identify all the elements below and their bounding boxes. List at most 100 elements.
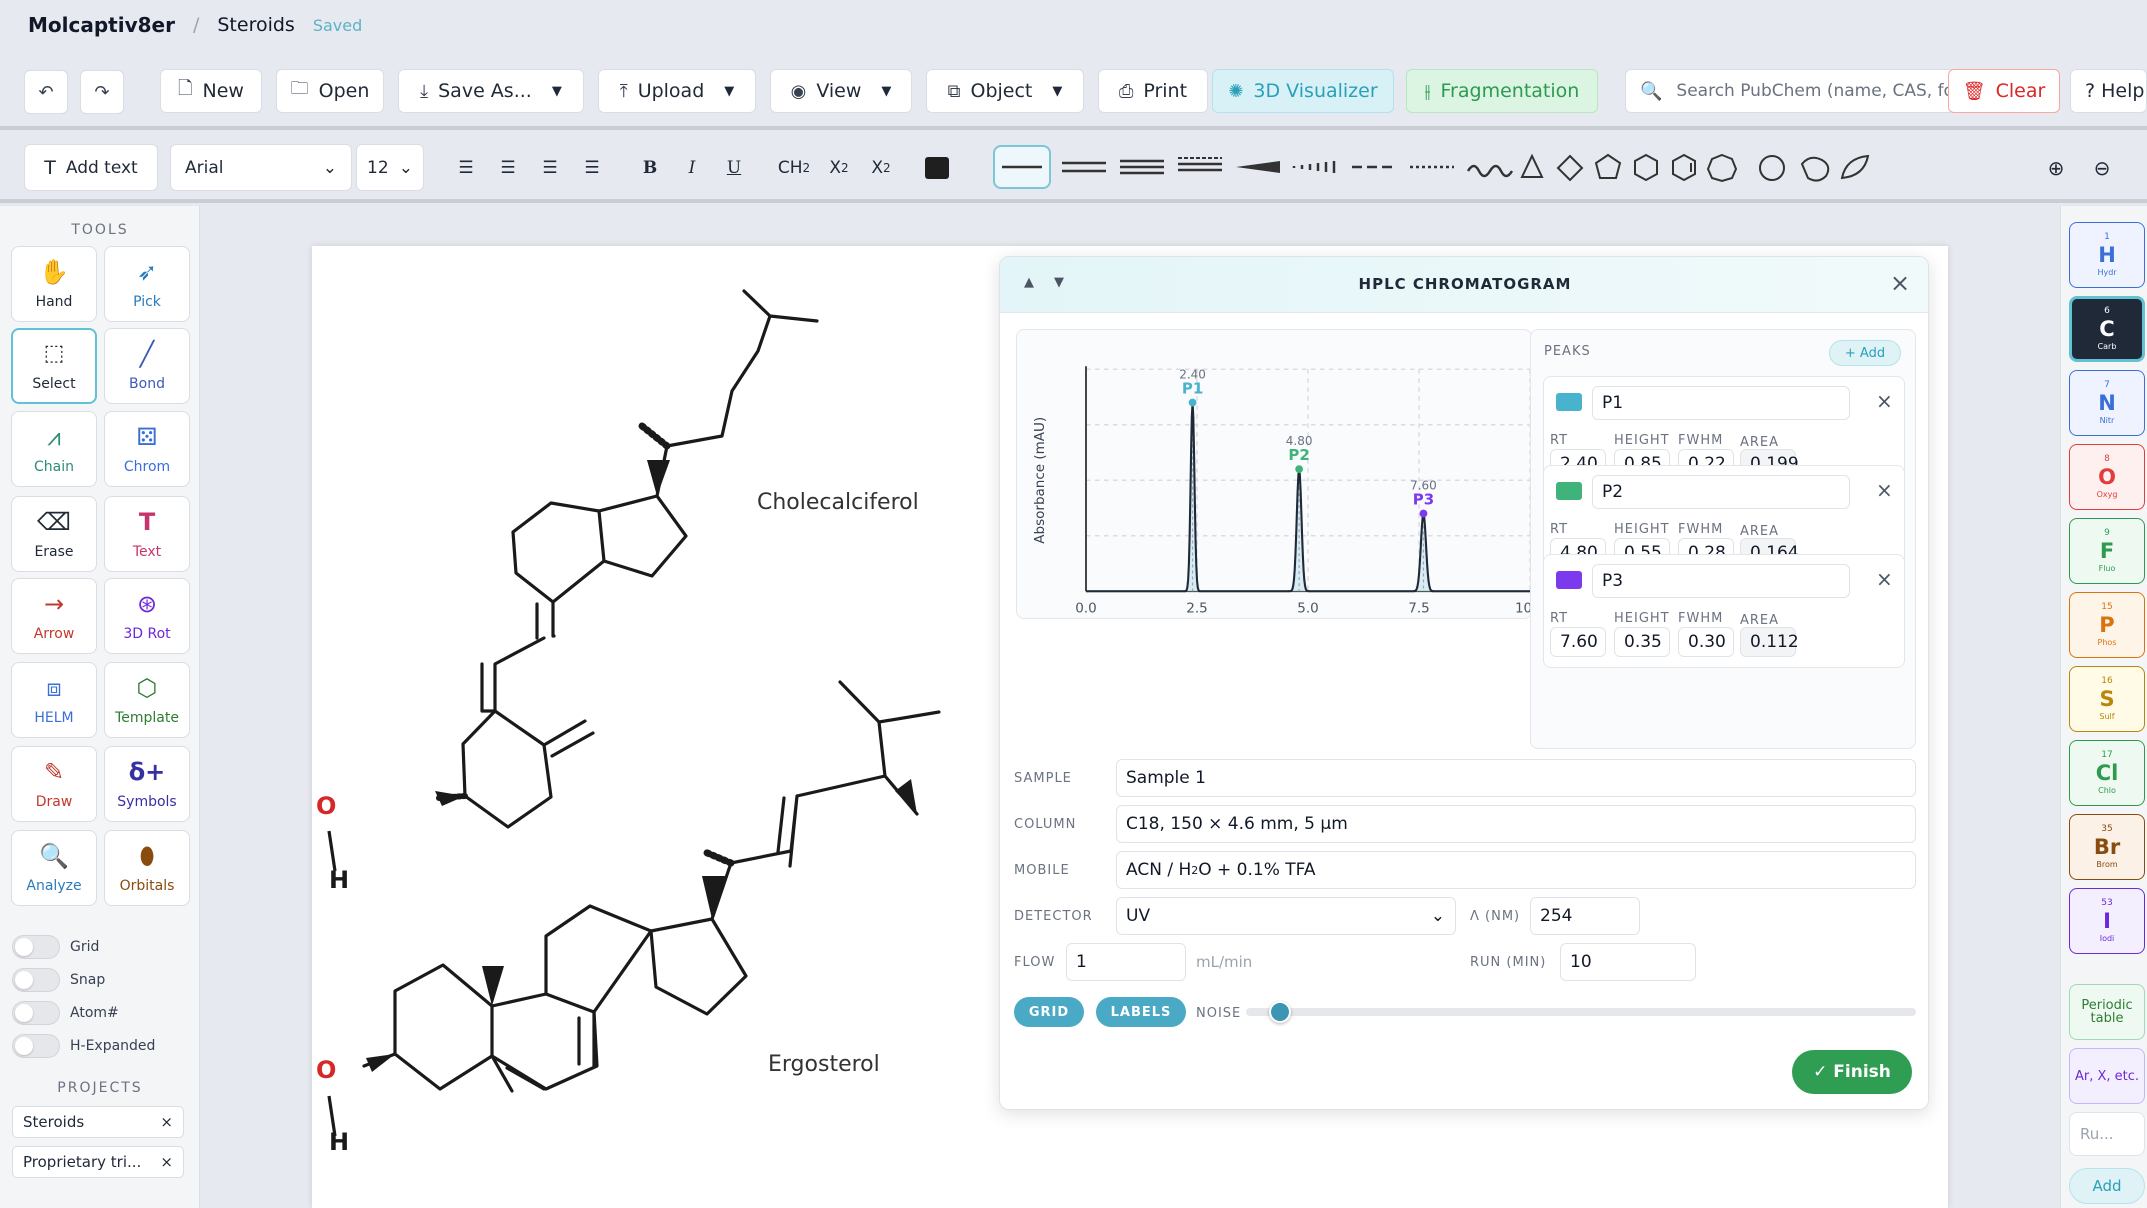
mobile-phase-input[interactable]: ACN / H2O + 0.1% TFA bbox=[1116, 851, 1916, 889]
undo-button[interactable]: ↶ bbox=[24, 70, 68, 114]
print-button[interactable]: ⎙ Print bbox=[1098, 69, 1208, 113]
tool-arrow[interactable]: → Arrow bbox=[11, 578, 97, 654]
ar-x-button[interactable]: Ar, X, etc. bbox=[2069, 1048, 2145, 1104]
element-I[interactable]: 53 I Iodi bbox=[2069, 888, 2145, 954]
double-bond-button[interactable] bbox=[1062, 161, 1106, 173]
peak-name-input[interactable]: P1 bbox=[1592, 386, 1850, 420]
justify-button[interactable]: ☰ bbox=[576, 144, 608, 191]
close-icon[interactable]: × bbox=[160, 1153, 173, 1171]
peak-name-input[interactable]: P3 bbox=[1592, 564, 1850, 598]
element-C[interactable]: 6 C Carb bbox=[2069, 296, 2145, 362]
align-center-button[interactable]: ☰ bbox=[492, 144, 524, 191]
superscript-button[interactable]: X2 bbox=[864, 144, 898, 191]
tool-chrom[interactable]: ⚄ Chrom bbox=[104, 411, 190, 487]
ch2-button[interactable]: CH 2 bbox=[774, 144, 814, 191]
sample-input[interactable]: Sample 1 bbox=[1116, 759, 1916, 797]
snap-toggle[interactable] bbox=[12, 968, 60, 992]
view-button[interactable]: ◉ View ▼ bbox=[770, 69, 912, 113]
tool-template[interactable]: ⬡ Template bbox=[104, 662, 190, 738]
hexagon-ring-button[interactable] bbox=[1634, 153, 1658, 182]
quad-bond-button[interactable] bbox=[1178, 157, 1222, 172]
tool-symbols[interactable]: δ+ Symbols bbox=[104, 746, 190, 822]
redo-button[interactable]: ↷ bbox=[80, 70, 124, 114]
save-as-button[interactable]: ⤓ Save As... ▼ bbox=[398, 69, 584, 113]
tool-select[interactable]: ⬚ Select bbox=[11, 328, 97, 404]
subscript-button[interactable]: X2 bbox=[822, 144, 856, 191]
document-name[interactable]: Steroids bbox=[217, 14, 294, 36]
add-peak-button[interactable]: + Add bbox=[1829, 340, 1901, 366]
triangle-ring-button[interactable] bbox=[1520, 153, 1544, 178]
open-button[interactable]: 🗀 Open bbox=[276, 69, 384, 113]
peak-color-swatch[interactable] bbox=[1556, 393, 1582, 411]
element-N[interactable]: 7 N Nitr bbox=[2069, 370, 2145, 436]
pentagon-ring-button[interactable] bbox=[1594, 153, 1622, 179]
grid-toggle[interactable] bbox=[12, 935, 60, 959]
close-icon[interactable]: × bbox=[1890, 269, 1910, 297]
element-F[interactable]: 9 F Fluo bbox=[2069, 518, 2145, 584]
oxygen-atom[interactable]: O bbox=[316, 1056, 336, 1084]
height-input[interactable]: 0.35 bbox=[1614, 627, 1670, 657]
underline-button[interactable]: U bbox=[718, 144, 750, 191]
tool-erase[interactable]: ⌫ Erase bbox=[11, 496, 97, 572]
rt-input[interactable]: 7.60 bbox=[1550, 627, 1606, 657]
atom-number-toggle[interactable] bbox=[12, 1001, 60, 1025]
noise-slider-track[interactable] bbox=[1246, 1008, 1916, 1016]
tool-orbitals[interactable]: ⬮ Orbitals bbox=[104, 830, 190, 906]
element-P[interactable]: 15 P Phos bbox=[2069, 592, 2145, 658]
element-S[interactable]: 16 S Sulf bbox=[2069, 666, 2145, 732]
element-Br[interactable]: 35 Br Brom bbox=[2069, 814, 2145, 880]
hydrogen-atom[interactable]: H bbox=[329, 1128, 349, 1156]
bold-button[interactable]: B bbox=[634, 144, 666, 191]
add-text-button[interactable]: T Add text bbox=[24, 144, 158, 191]
search-input[interactable]: Search PubChem (name, CAS, fo bbox=[1676, 81, 1954, 101]
oxygen-atom[interactable]: O bbox=[316, 792, 336, 820]
h-expanded-toggle[interactable] bbox=[12, 1034, 60, 1058]
fwhm-input[interactable]: 0.30 bbox=[1678, 627, 1734, 657]
wavelength-input[interactable]: 254 bbox=[1530, 897, 1640, 935]
freeform-shape-button[interactable] bbox=[1840, 154, 1870, 180]
square-ring-button[interactable] bbox=[1556, 154, 1584, 182]
text-color-button[interactable] bbox=[920, 144, 954, 191]
tool-hand[interactable]: ✋ Hand bbox=[11, 246, 97, 322]
grid-toggle-button[interactable]: GRID bbox=[1014, 997, 1084, 1027]
tool-3d-rot[interactable]: ⊛ 3D Rot bbox=[104, 578, 190, 654]
close-icon[interactable]: × bbox=[1876, 389, 1893, 413]
peak-name-input[interactable]: P2 bbox=[1592, 475, 1850, 509]
help-button[interactable]: ? Help bbox=[2070, 69, 2147, 113]
tool-pick[interactable]: ➶ Pick bbox=[104, 246, 190, 322]
flow-input[interactable]: 1 bbox=[1066, 943, 1186, 981]
zoom-in-button[interactable]: ⊕ bbox=[2040, 144, 2072, 191]
zoom-out-button[interactable]: ⊖ bbox=[2086, 144, 2118, 191]
project-item[interactable]: Proprietary tri... × bbox=[12, 1146, 184, 1178]
custom-atom-input[interactable]: Ru... bbox=[2069, 1112, 2145, 1156]
tool-chain[interactable]: ⩘ Chain bbox=[11, 411, 97, 487]
project-item[interactable]: Steroids × bbox=[12, 1106, 184, 1138]
noise-slider-thumb[interactable] bbox=[1268, 1001, 1291, 1023]
object-button[interactable]: ⧉ Object ▼ bbox=[926, 69, 1084, 113]
wedge-bond-button[interactable] bbox=[1236, 161, 1280, 173]
close-icon[interactable]: × bbox=[1876, 478, 1893, 502]
heptagon-ring-button[interactable] bbox=[1706, 153, 1738, 183]
new-button[interactable]: 🗋 New bbox=[160, 69, 262, 113]
close-icon[interactable]: × bbox=[160, 1113, 173, 1131]
benzene-ring-button[interactable] bbox=[1672, 153, 1696, 182]
triple-bond-button[interactable] bbox=[1120, 159, 1164, 175]
font-size-select[interactable]: 12 ⌄ bbox=[356, 144, 424, 191]
peak-color-swatch[interactable] bbox=[1556, 571, 1582, 589]
element-H[interactable]: 1 H Hydr bbox=[2069, 222, 2145, 288]
tool-draw[interactable]: ✎ Draw bbox=[11, 746, 97, 822]
tool-helm[interactable]: ⧈ HELM bbox=[11, 662, 97, 738]
detector-select[interactable]: UV ⌄ bbox=[1116, 897, 1456, 935]
font-select[interactable]: Arial ⌄ bbox=[170, 144, 352, 191]
3d-visualizer-button[interactable]: ✺ 3D Visualizer bbox=[1212, 69, 1394, 113]
lasso-shape-button[interactable] bbox=[1800, 156, 1830, 182]
fragmentation-button[interactable]: ⫲ Fragmentation bbox=[1406, 69, 1598, 113]
add-atom-button[interactable]: Add bbox=[2069, 1168, 2145, 1204]
upload-button[interactable]: ⤒ Upload ▼ bbox=[598, 69, 756, 113]
hydrogen-atom[interactable]: H bbox=[329, 866, 349, 894]
clear-button[interactable]: 🗑 Clear bbox=[1948, 69, 2060, 113]
italic-button[interactable]: I bbox=[676, 144, 708, 191]
pubchem-search[interactable]: 🔍 Search PubChem (name, CAS, fo bbox=[1625, 69, 1955, 113]
tool-analyze[interactable]: 🔍 Analyze bbox=[11, 830, 97, 906]
column-input[interactable]: C18, 150 × 4.6 mm, 5 µm bbox=[1116, 805, 1916, 843]
